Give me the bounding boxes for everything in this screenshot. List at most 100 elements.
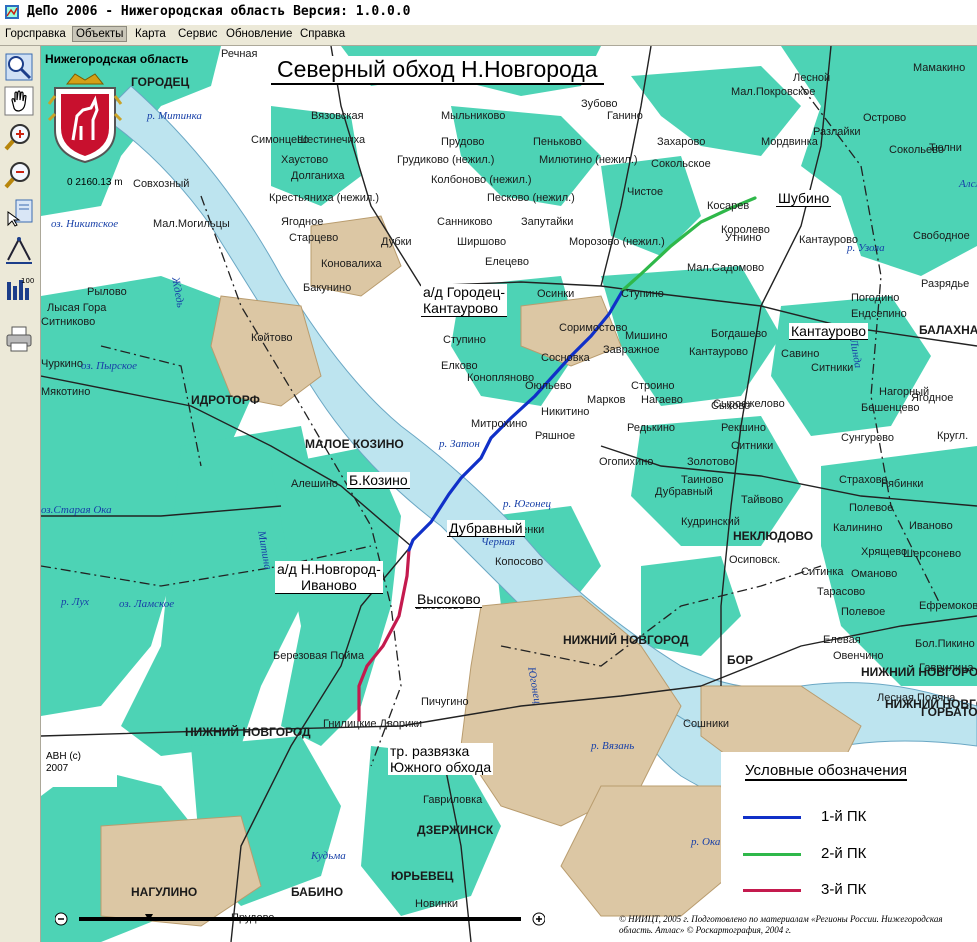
place-label: Ягодное [281,216,324,228]
place-label: Хаустово [281,154,329,166]
legend-item-stage-3: 3-й ПК [743,881,963,901]
place-label: Копосово [495,556,544,568]
zoom-extent-icon[interactable] [4,52,34,82]
river-label: р. Вязань [591,740,635,752]
place-label: Рябинки [881,478,924,490]
measure-icon[interactable] [4,236,34,266]
place-label: Ступино [443,334,486,346]
place-label: Разрядье [921,278,970,290]
place-label: Ряшное [535,430,576,442]
place-label: МАЛОЕ КОЗИНО [305,437,404,451]
map-toolbar: 100% [0,46,41,942]
place-label: НАГУЛИНО [131,885,198,899]
window-titlebar: ДеПо 2006 - Нижегородская область Версия… [0,0,977,26]
place-label: Кругл. [937,430,969,442]
place-label: Чистое [627,186,664,198]
print-icon[interactable] [4,324,34,354]
zoom-in-icon[interactable] [4,122,34,152]
place-label: Ширшово [457,236,507,248]
legend-swatch-stage-3 [743,889,801,892]
place-label: Сыроежелово [713,398,785,410]
river-label: р. Узола [847,242,885,254]
menu-help[interactable]: Справка [297,27,348,41]
callout-gorodets-road: а/д Городец- Кантаурово [421,284,508,317]
zoom-out-icon[interactable] [4,160,34,190]
place-label: Сошники [683,718,730,730]
river-label: р. Лух [61,596,90,608]
callout-shubino: Шубино [776,190,832,207]
menu-gorspravka[interactable]: Горсправка [2,27,69,41]
place-label: Морозово (нежил.) [569,236,665,248]
place-label: Свободное [913,230,970,242]
place-label: Мал.Садомово [687,262,765,274]
place-label: Пичугино [421,696,469,708]
place-label: Грудиково (нежил.) [397,154,495,166]
place-label: Тайвово [741,494,784,506]
place-label: Нагаево [641,394,683,406]
callout-bkozino: Б.Козино [347,472,410,489]
place-label: ЮРЬЕВЕЦ [391,869,454,883]
place-label: Ступино [621,288,664,300]
select-object-icon[interactable] [4,198,34,228]
river-label: оз.Старая Ока [41,504,112,516]
place-label: Рекшино [721,422,766,434]
river-label: Черная [481,536,516,548]
place-label: Ситинка [801,566,844,578]
place-label: Шерсонево [903,548,962,560]
place-label: Тюлни [929,142,962,154]
place-label: Чуркино [41,358,83,370]
app-icon [5,5,19,19]
river-label: Алсма [959,178,977,190]
place-label: Мал.Могильцы [153,218,230,230]
place-label: НИЖНИЙ НОВГОРОД [185,725,311,739]
region-name-label: Нижегородская область [45,52,189,66]
scale-label: 0 2160.13 m [67,177,123,188]
place-label: Захарово [657,136,706,148]
place-label: Иваново [909,520,953,532]
menu-map[interactable]: Карта [132,27,169,41]
river-label: р. Югонец [503,498,551,510]
place-label: Гавриловка [423,794,483,806]
river-label: оз. Пырское [81,360,138,372]
place-label: Дубки [381,236,412,248]
map-canvas[interactable]: Нижегородская область 0 2160.13 m Северн… [41,46,977,942]
place-label: НИЖНИЙ НОВГОРОД [861,665,977,679]
menu-objects[interactable]: Объекты [72,26,128,42]
place-label: Марков [587,394,626,406]
place-label: Шестинечиха [297,134,366,146]
menu-service[interactable]: Сервис [175,27,220,41]
place-label: Березовая Пойма [273,650,365,662]
place-label: Хрящево [861,546,908,558]
river-label: р. Ока [691,836,721,848]
zoom-slider[interactable] [55,912,545,926]
place-label: Алешино [291,478,339,490]
place-label: Рылово [87,286,127,298]
place-label: Ягодное [911,392,954,404]
place-label: ИДРОТОРФ [191,393,260,407]
zoom-100-icon[interactable]: 100% [4,274,34,304]
legend-label-stage-3: 3-й ПК [821,881,867,898]
place-label: Совхозный [133,178,190,190]
pan-hand-icon[interactable] [4,86,34,116]
place-label: Бол.Пикино [915,638,975,650]
place-label: Утнино [725,232,762,244]
place-label: Огопихино [599,456,654,468]
place-label: Строино [631,380,675,392]
place-label: Старцево [289,232,339,244]
callout-vysokovo: Высоково [415,591,483,608]
coat-of-arms-icon [47,73,123,164]
place-label: Колбоново (нежил.) [431,174,532,186]
place-label: Елевая [823,634,861,646]
callout-dubravny: Дубравный [447,520,525,537]
place-label: Тарасово [817,586,866,598]
small-copyright: АВН (c) 2007 [43,749,117,787]
menu-updates[interactable]: Обновление [223,27,295,41]
map-legend: Условные обозначения 1-й ПК 2-й ПК 3-й П… [721,752,977,928]
place-label: Бакунино [303,282,352,294]
place-label: Острово [863,112,907,124]
place-label: Редькино [627,422,676,434]
place-label: Соримостово [559,322,628,334]
place-label: Савино [781,348,820,360]
river-label: р. Митинка [147,110,202,122]
place-label: Овенчино [833,650,884,662]
